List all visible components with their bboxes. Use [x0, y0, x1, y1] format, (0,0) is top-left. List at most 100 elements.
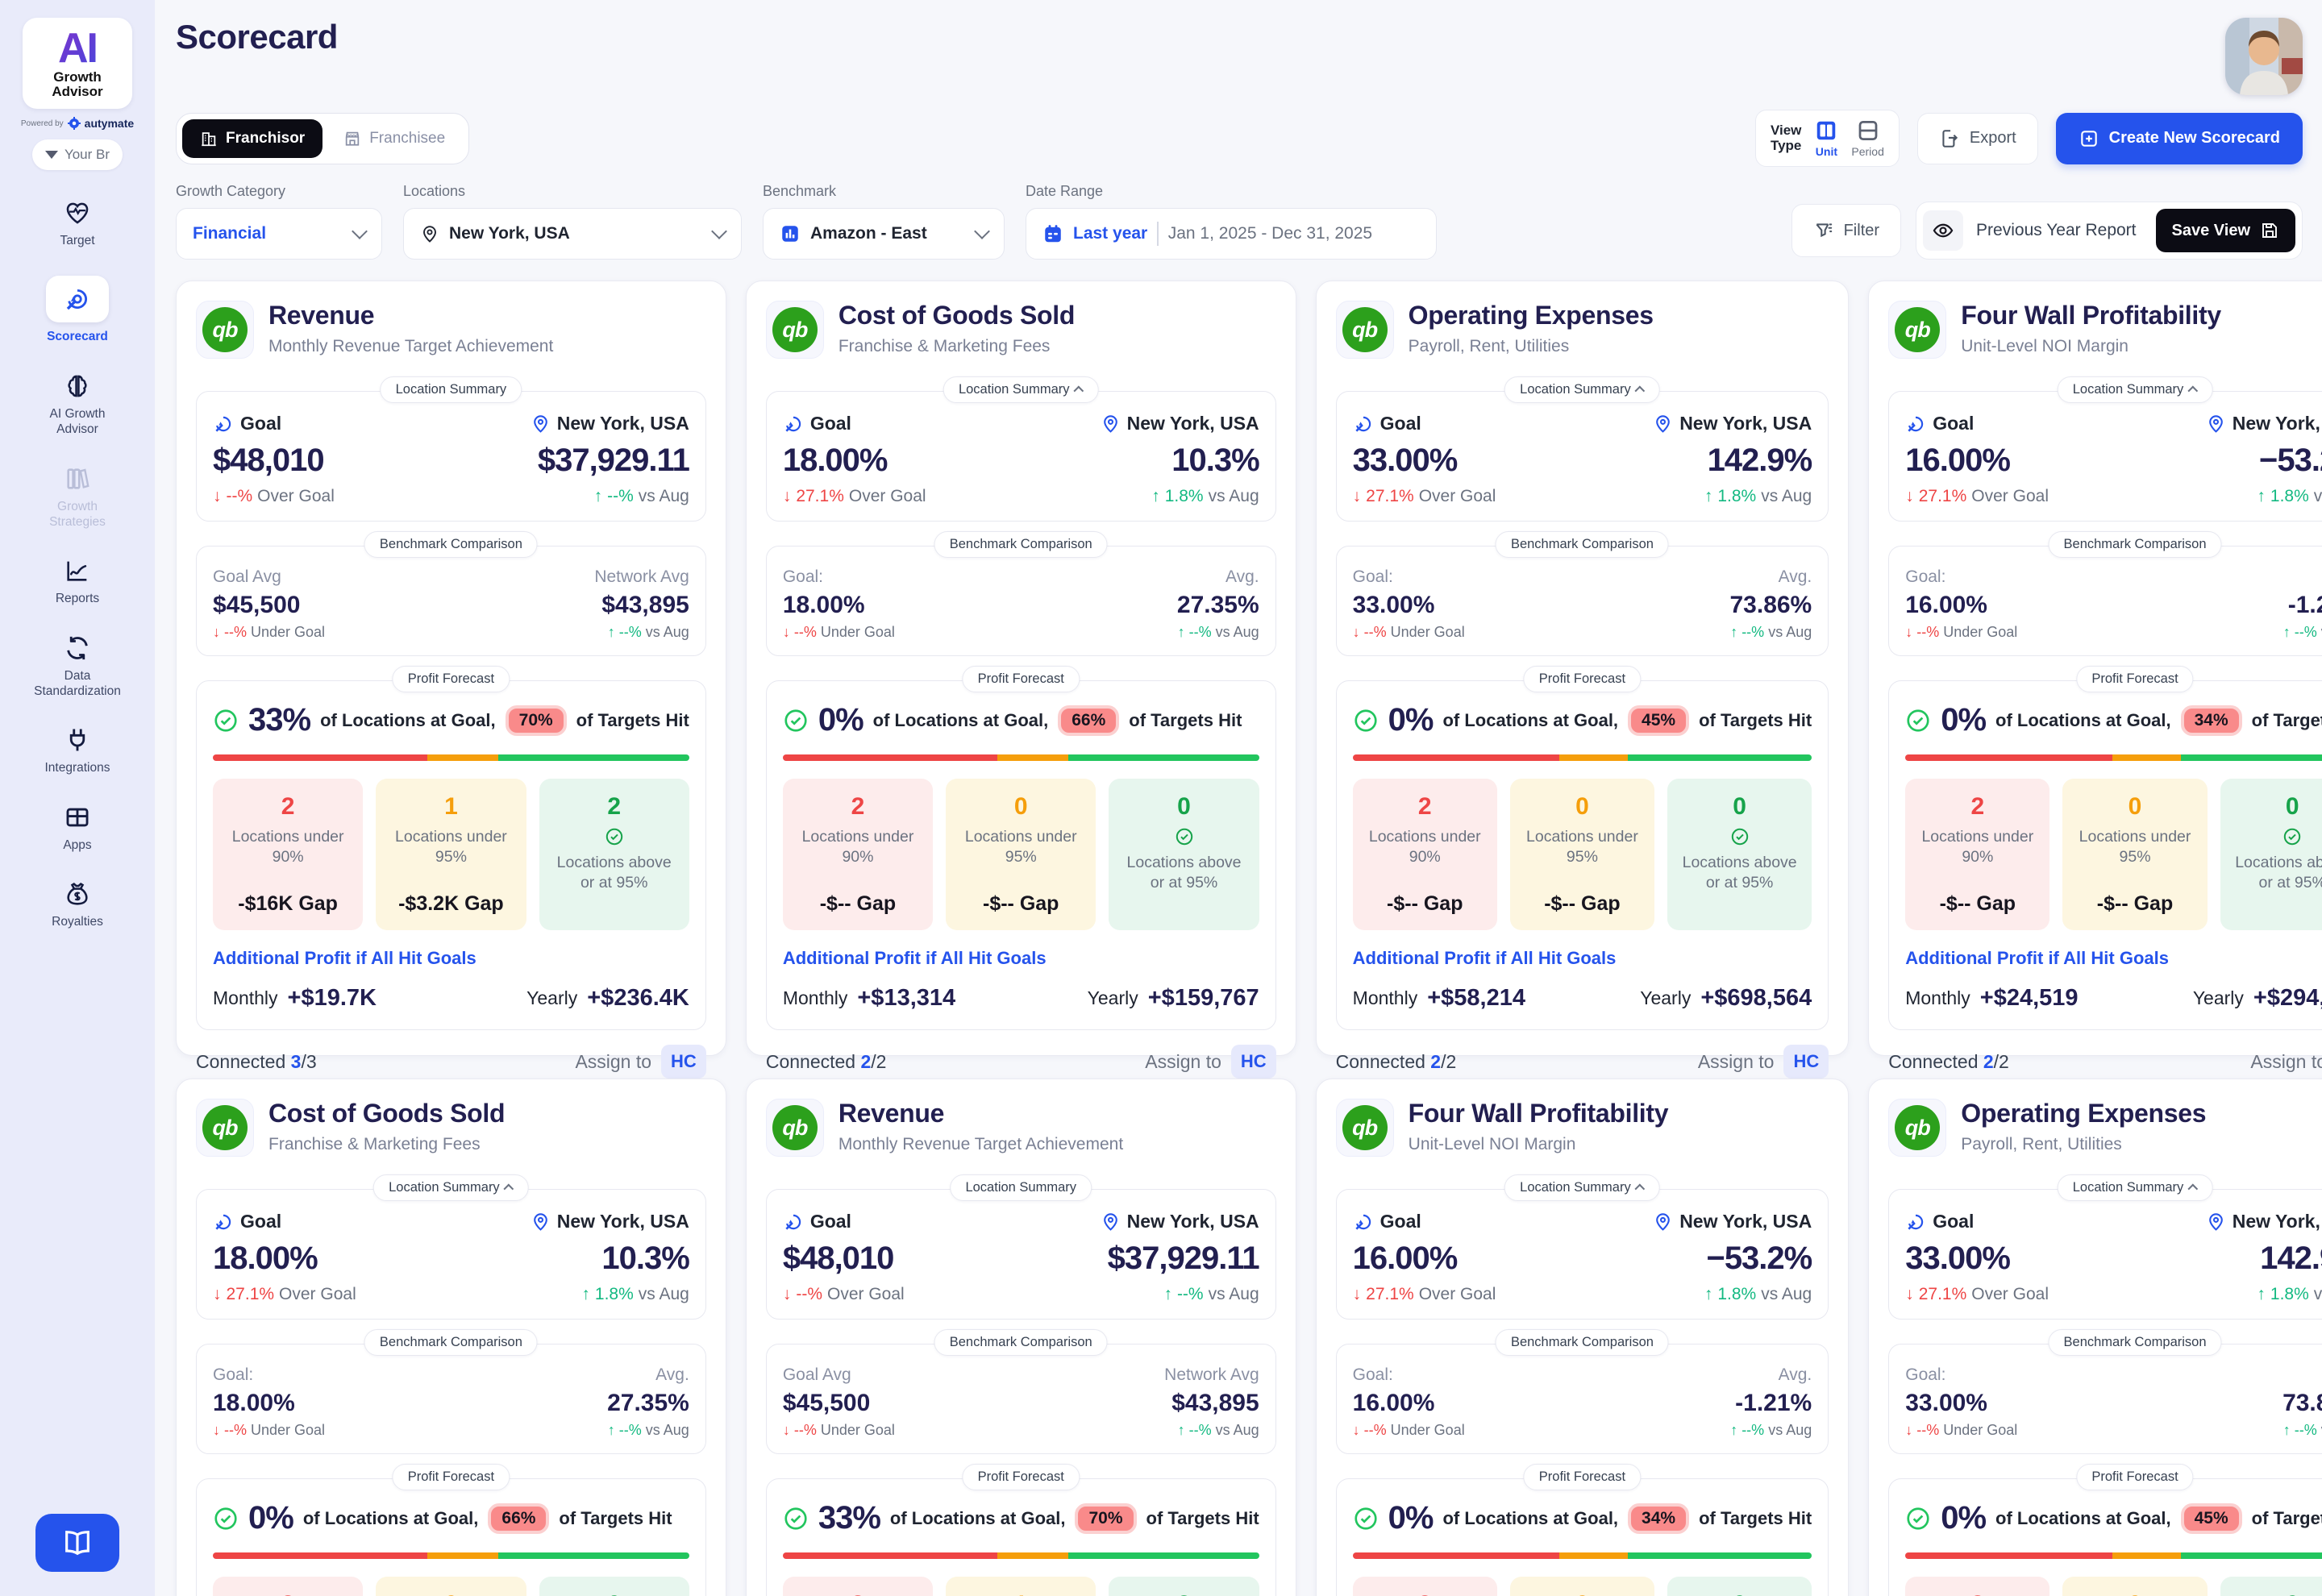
location-delta: ↑ 1.8% vs Aug [2257, 487, 2322, 506]
goal-label: Goal [810, 1211, 851, 1232]
filter-button[interactable]: Filter [1791, 204, 1901, 257]
benchmark-right-delta-text: vs Aug [1768, 1422, 1812, 1439]
location-summary-pill[interactable]: Location Summary [1504, 1174, 1660, 1201]
create-scorecard-button[interactable]: Create New Scorecard [2056, 113, 2303, 164]
locations-under-90-box: 2 Locations under 90% -$16K Gap [783, 1577, 933, 1596]
profit-forecast-pill[interactable]: Profit Forecast [963, 666, 1080, 692]
view-type-unit[interactable]: Unit [1814, 118, 1838, 158]
profit-forecast-pill[interactable]: Profit Forecast [963, 1464, 1080, 1490]
heart-pulse-icon [64, 199, 91, 227]
additional-profit-link[interactable]: Additional Profit if All Hit Goals [1905, 948, 2322, 969]
location-summary-pill[interactable]: Location Summary [950, 1174, 1092, 1201]
additional-profit-link[interactable]: Additional Profit if All Hit Goals [213, 948, 689, 969]
benchmark-left-delta: ↓ --% Under Goal [1353, 1422, 1465, 1439]
connected-total: /2 [1994, 1051, 2009, 1072]
locations-under-95-box: 0 Locations under 95% -$-- Gap [376, 1577, 526, 1596]
assign-to-label: Assign to [575, 1051, 651, 1073]
profit-forecast-pill[interactable]: Profit Forecast [1524, 1464, 1641, 1490]
arrow-down-icon: ↓ [1353, 624, 1360, 641]
under-90-label: Locations under 90% [797, 827, 918, 868]
additional-profit-link[interactable]: Additional Profit if All Hit Goals [1353, 948, 1812, 969]
profit-forecast-pill[interactable]: Profit Forecast [2076, 1464, 2193, 1490]
benchmark-pill[interactable]: Benchmark Comparison [1496, 531, 1669, 558]
goal-target-icon [1905, 1212, 1926, 1232]
location-summary-pill[interactable]: Location Summary [943, 376, 1099, 403]
scorecard-card: qb Cost of Goods Sold Franchise & Market… [746, 281, 1296, 1056]
locations-under-95-box: 0 Locations under 95% -$-- Gap [946, 779, 1096, 930]
scorecard-card: qb Four Wall Profitability Unit-Level NO… [1868, 281, 2322, 1056]
locations-select[interactable]: New York, USA [403, 208, 742, 260]
autymate-gear-icon [68, 117, 81, 130]
assignee-badge[interactable]: HC [1783, 1045, 1829, 1079]
location-summary-pill[interactable]: Location Summary [2058, 1174, 2213, 1201]
benchmark-right-delta: ↑ --% vs Aug [1178, 624, 1259, 641]
location-summary-pill[interactable]: Location Summary [2058, 376, 2213, 403]
franchisor-toggle[interactable]: Franchisor [182, 119, 322, 158]
user-avatar[interactable] [2225, 18, 2303, 95]
profit-forecast-pill[interactable]: Profit Forecast [1524, 666, 1641, 692]
location-pin-icon [1653, 1212, 1673, 1232]
profit-forecast-section: Profit Forecast 0% of Locations at Goal,… [1888, 680, 2322, 1030]
growth-category-select[interactable]: Financial [176, 208, 382, 260]
franchisee-toggle[interactable]: Franchisee [326, 119, 463, 158]
sidebar-item-target[interactable]: Target [8, 199, 147, 248]
profit-forecast-pill[interactable]: Profit Forecast [393, 1464, 510, 1490]
profit-forecast-label: Profit Forecast [408, 671, 494, 687]
above-95-label: Locations above or at 95% [1679, 853, 1800, 894]
location-summary-pill[interactable]: Location Summary [373, 1174, 529, 1201]
benchmark-pill[interactable]: Benchmark Comparison [934, 1329, 1108, 1356]
benchmark-pill[interactable]: Benchmark Comparison [2049, 531, 2222, 558]
help-guide-button[interactable] [35, 1514, 119, 1572]
benchmark-pill[interactable]: Benchmark Comparison [364, 1329, 538, 1356]
benchmark-right-value: $43,895 [1171, 1390, 1259, 1417]
benchmark-right-delta-pct: --% [1742, 624, 1764, 641]
benchmark-right-value: -1.21% [1735, 1390, 1812, 1417]
sidebar-item-reports[interactable]: Reports [8, 557, 147, 606]
sidebar-item-ai-growth-advisor[interactable]: AI Growth Advisor [8, 372, 147, 438]
connected-total: /2 [871, 1051, 886, 1072]
date-range-picker[interactable]: Last year Jan 1, 2025 - Dec 31, 2025 [1026, 208, 1437, 260]
benchmark-pill[interactable]: Benchmark Comparison [364, 531, 538, 558]
sidebar-item-royalties[interactable]: Royalties [8, 880, 147, 929]
assign-to-label: Assign to [1145, 1051, 1221, 1073]
benchmark-left-value: 33.00% [1353, 592, 1465, 619]
location-summary-pill[interactable]: Location Summary [1504, 376, 1660, 403]
eye-icon[interactable] [1923, 210, 1963, 251]
workspace-selector[interactable]: Your Br [32, 139, 123, 170]
previous-year-group: Previous Year Report Save View [1916, 202, 2303, 260]
benchmark-pill[interactable]: Benchmark Comparison [2049, 1329, 2222, 1356]
assignee-badge[interactable]: HC [1231, 1045, 1276, 1079]
under-90-count: 2 [281, 793, 295, 821]
save-view-button[interactable]: Save View [2156, 209, 2295, 252]
location-value: −53.2% [2259, 443, 2322, 479]
locations-under-95-box: 1 Locations under 95% -$3.2K Gap [376, 779, 526, 930]
profit-forecast-label: Profit Forecast [2091, 1469, 2178, 1485]
benchmark-pill[interactable]: Benchmark Comparison [1496, 1329, 1669, 1356]
location-summary-pill[interactable]: Location Summary [381, 376, 522, 403]
goal-value: $48,010 [213, 443, 335, 479]
profit-forecast-section: Profit Forecast 0% of Locations at Goal,… [196, 1478, 706, 1596]
previous-year-report-label[interactable]: Previous Year Report [1976, 221, 2142, 240]
profit-forecast-pill[interactable]: Profit Forecast [2076, 666, 2193, 692]
assignee-badge[interactable]: HC [661, 1045, 706, 1079]
additional-profit-link[interactable]: Additional Profit if All Hit Goals [783, 948, 1259, 969]
export-button[interactable]: Export [1917, 113, 2038, 164]
benchmark-left-value: 16.00% [1905, 592, 2017, 619]
card-subtitle: Franchise & Marketing Fees [838, 337, 1075, 356]
create-scorecard-label: Create New Scorecard [2109, 129, 2280, 148]
goal-target-icon [1353, 414, 1374, 434]
sidebar-item-scorecard[interactable]: Scorecard [8, 276, 147, 344]
benchmark-pill[interactable]: Benchmark Comparison [934, 531, 1108, 558]
books-icon [64, 465, 91, 493]
sidebar-item-growth-strategies[interactable]: Growth Strategies [8, 465, 147, 530]
card-subtitle: Unit-Level NOI Margin [1409, 1135, 1669, 1154]
locations-label: Locations [403, 183, 742, 200]
sidebar-item-apps[interactable]: Apps [8, 804, 147, 853]
sidebar-item-data-standardization[interactable]: Data Standardization [8, 634, 147, 700]
goal-delta-text: Over Goal [279, 1285, 356, 1304]
profit-forecast-pill[interactable]: Profit Forecast [393, 666, 510, 692]
view-type-period[interactable]: Period [1851, 118, 1883, 158]
sidebar-item-label: Reports [56, 591, 99, 606]
benchmark-select[interactable]: Amazon - East [763, 208, 1005, 260]
sidebar-item-integrations[interactable]: Integrations [8, 726, 147, 775]
